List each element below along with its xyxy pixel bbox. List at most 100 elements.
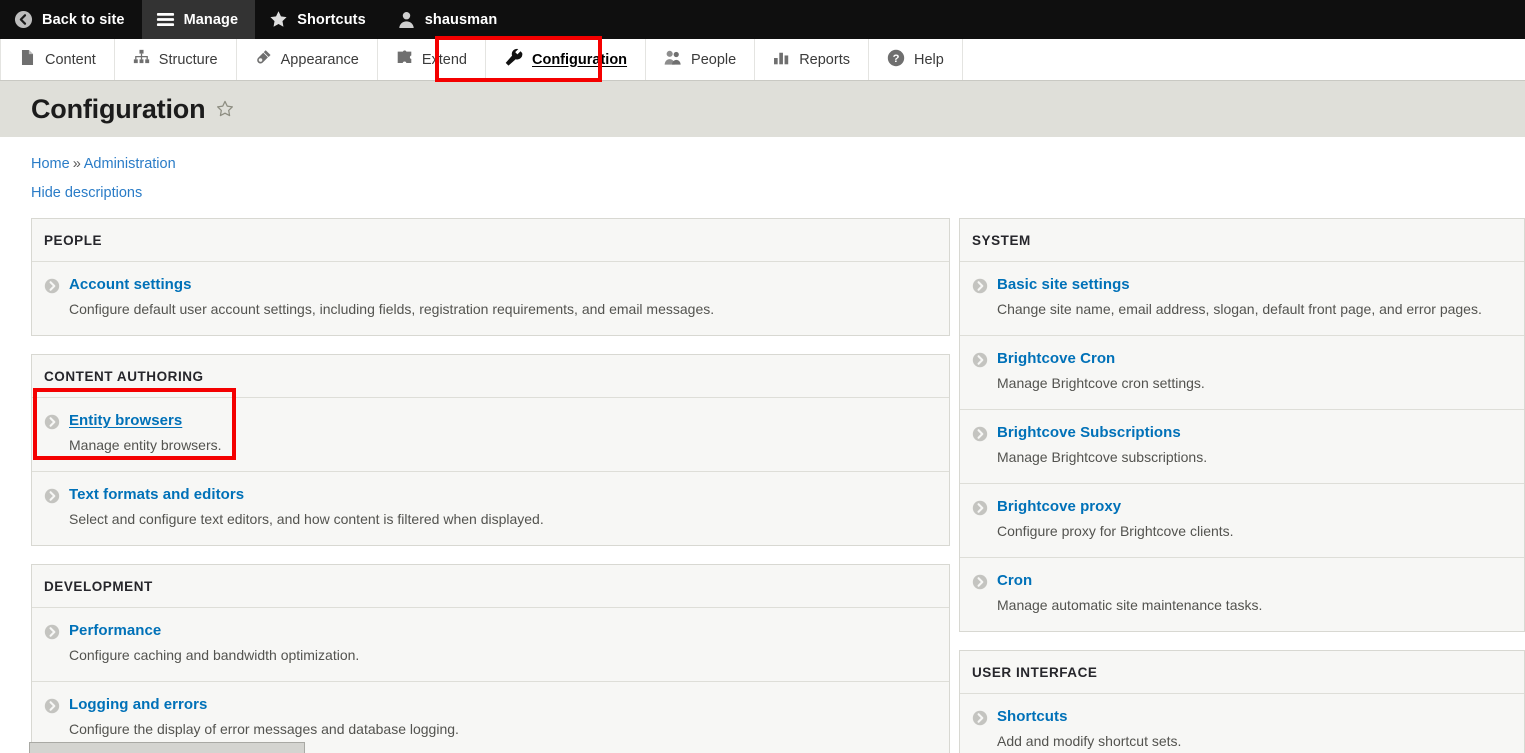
config-link-performance[interactable]: Performance	[69, 622, 161, 639]
adminbar-item-manage[interactable]: Manage	[141, 0, 256, 39]
chevron-right-circle-icon	[972, 276, 997, 319]
tab-configuration[interactable]: Configuration	[486, 39, 647, 80]
panel-item-list: Shortcuts Add and modify shortcut sets.	[960, 692, 1524, 753]
config-panel-people: PEOPLE Account settings Configure default …	[31, 218, 950, 337]
breadcrumb: Home» Administration	[31, 156, 1525, 173]
config-item: Brightcove Subscriptions Manage Brightcov…	[960, 409, 1524, 483]
tab-content[interactable]: Content	[0, 39, 115, 80]
admin-tab-menu: Content Structure Appearance Extend Configur…	[0, 39, 1525, 81]
config-item-description: Select and configure text editors, and h…	[69, 511, 544, 528]
tab-appearance[interactable]: Appearance	[236, 39, 378, 80]
config-item: Account settings Configure default user a…	[32, 262, 949, 335]
config-item-body: Entity browsers Manage entity browsers.	[69, 412, 937, 455]
sitemap-icon	[133, 49, 150, 70]
config-link-brightcove-proxy[interactable]: Brightcove proxy	[997, 498, 1121, 515]
tab-label: Extend	[421, 51, 467, 68]
admin-toolbar: Back to site Manage Shortcuts shausman	[0, 0, 1525, 39]
config-item-description: Configure default user account settings,…	[69, 301, 715, 318]
adminbar-item-shortcuts[interactable]: Shortcuts	[255, 0, 383, 39]
chevron-right-circle-icon	[44, 622, 69, 665]
tab-label: Appearance	[280, 51, 359, 68]
tab-structure[interactable]: Structure	[114, 39, 237, 80]
config-item-description: Configure caching and bandwidth optimiza…	[69, 647, 360, 664]
chevron-right-circle-icon	[972, 424, 997, 467]
breadcrumb-separator: »	[72, 156, 81, 172]
page-title: Configuration	[31, 93, 206, 124]
config-link-account-settings[interactable]: Account settings	[69, 276, 191, 293]
config-item-body: Account settings Configure default user a…	[69, 276, 937, 319]
tab-reports[interactable]: Reports	[755, 39, 869, 80]
config-panel-system: SYSTEM Basic site settings Change site nam…	[959, 218, 1525, 632]
tab-people[interactable]: People	[646, 39, 756, 80]
config-item-description: Change site name, email address, slogan,…	[997, 301, 1482, 318]
config-item: Brightcove proxy Configure proxy for Brig…	[960, 483, 1524, 557]
config-item-body: Brightcove Subscriptions Manage Brightcov…	[997, 424, 1512, 467]
page-icon	[19, 49, 36, 70]
breadcrumb-link-administration[interactable]: Administration	[84, 156, 176, 172]
config-link-basic-site-settings[interactable]: Basic site settings	[997, 276, 1130, 293]
star-outline-icon[interactable]	[216, 100, 234, 118]
config-item: Basic site settings Change site name, ema…	[960, 262, 1524, 335]
star-icon	[269, 10, 288, 29]
config-link-brightcove-subscriptions[interactable]: Brightcove Subscriptions	[997, 424, 1181, 441]
adminbar-item-back-to-site[interactable]: Back to site	[0, 0, 142, 39]
config-item: Performance Configure caching and bandwid…	[32, 608, 949, 681]
user-icon	[397, 10, 416, 29]
panel-item-list: Performance Configure caching and bandwid…	[32, 607, 949, 753]
config-panel-development: DEVELOPMENT Performance Configure caching …	[31, 564, 950, 753]
config-panel-user-interface: USER INTERFACE Shortcuts Add and modify sh…	[959, 649, 1525, 753]
back-arrow-icon	[14, 10, 33, 29]
hamburger-icon	[156, 10, 175, 29]
adminbar-item-label: shausman	[424, 11, 498, 28]
adminbar-item-shausman[interactable]: shausman	[383, 0, 515, 39]
configuration-left-column: PEOPLE Account settings Configure default …	[0, 218, 950, 753]
panel-title: DEVELOPMENT	[44, 579, 153, 595]
config-item-description: Manage automatic site maintenance tasks.	[997, 596, 1263, 613]
config-item: Text formats and editors Select and confi…	[32, 471, 949, 545]
config-link-shortcuts[interactable]: Shortcuts	[997, 708, 1067, 725]
config-item-body: Performance Configure caching and bandwid…	[69, 622, 937, 665]
breadcrumb-link-home[interactable]: Home	[31, 156, 70, 172]
config-link-logging-and-errors[interactable]: Logging and errors	[69, 696, 207, 713]
config-item-body: Cron Manage automatic site maintenance ta…	[997, 572, 1512, 615]
panel-title: CONTENT AUTHORING	[44, 369, 204, 385]
config-item-body: Logging and errors Configure the display …	[69, 696, 937, 739]
config-item-description: Manage Brightcove subscriptions.	[997, 449, 1208, 466]
tab-label: Configuration	[532, 51, 628, 68]
config-item-description: Manage entity browsers.	[69, 437, 222, 454]
config-link-cron[interactable]: Cron	[997, 572, 1032, 589]
configuration-right-column: SYSTEM Basic site settings Change site nam…	[950, 218, 1525, 753]
tab-label: People	[691, 51, 737, 68]
config-link-entity-browsers[interactable]: Entity browsers	[69, 412, 182, 429]
panel-item-list: Entity browsers Manage entity browsers. Te…	[32, 397, 949, 545]
config-item-description: Configure proxy for Brightcove clients.	[997, 523, 1234, 540]
tab-bar-filler	[963, 39, 1525, 80]
panel-item-list: Basic site settings Change site name, ema…	[960, 261, 1524, 630]
tab-help[interactable]: ? Help	[868, 39, 963, 80]
panel-title: USER INTERFACE	[972, 664, 1098, 680]
config-item-description: Add and modify shortcut sets.	[997, 732, 1182, 749]
question-icon: ?	[887, 49, 905, 71]
tab-label: Help	[913, 51, 944, 68]
panel-title: PEOPLE	[44, 233, 103, 249]
config-item: Brightcove Cron Manage Brightcove cron se…	[960, 335, 1524, 409]
hide-descriptions-link[interactable]: Hide descriptions	[31, 185, 142, 201]
config-link-text-formats-and-editors[interactable]: Text formats and editors	[69, 486, 244, 503]
config-link-brightcove-cron[interactable]: Brightcove Cron	[997, 350, 1115, 367]
chevron-right-circle-icon	[44, 276, 69, 319]
tab-extend[interactable]: Extend	[377, 39, 486, 80]
paintbrush-icon	[255, 49, 272, 70]
svg-text:?: ?	[893, 53, 900, 65]
adminbar-item-label: Back to site	[42, 11, 125, 28]
browser-status-bar	[29, 742, 305, 753]
tab-label: Reports	[799, 51, 850, 68]
config-item-body: Brightcove proxy Configure proxy for Brig…	[997, 498, 1512, 541]
chevron-right-circle-icon	[972, 708, 997, 751]
wrench-icon	[504, 48, 523, 71]
config-item-body: Text formats and editors Select and confi…	[69, 486, 937, 529]
config-item: Shortcuts Add and modify shortcut sets.	[960, 694, 1524, 753]
people-icon	[664, 49, 682, 71]
config-item-description: Manage Brightcove cron settings.	[997, 375, 1205, 392]
config-item-description: Configure the display of error messages …	[69, 720, 459, 737]
chevron-right-circle-icon	[44, 412, 69, 455]
